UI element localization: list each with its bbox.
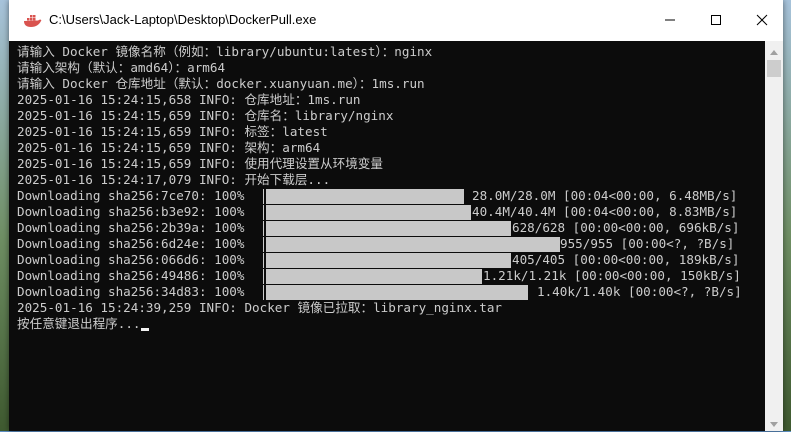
maximize-button[interactable] [693,0,739,41]
download-stats: 1.21k/1.21k [00:00<00:00, 150kB/s] [483,268,741,283]
download-label: Downloading sha256:2b39a: 100% [17,220,245,235]
download-label: Downloading sha256:49486: 100% [17,268,245,283]
download-stats: 40.4M/40.4M [00:04<00:00, 8.83MB/s] [472,204,738,219]
progress-bar-left-edge [263,285,264,300]
download-stats: 628/628 [00:00<00:00, 696kB/s] [512,220,740,235]
console-line: 2025-01-16 15:24:17,079 INFO: 开始下载层... [17,172,331,187]
download-label: Downloading sha256:34d83: 100% [17,284,245,299]
download-label: Downloading sha256:066d6: 100% [17,252,245,267]
progress-bar-left-edge [263,205,264,220]
console-window[interactable]: C:\Users\Jack-Laptop\Desktop\DockerPull.… [9,0,783,431]
console-line: 请输入 Docker 仓库地址（默认：docker.xuanyuan.me）：1… [17,76,425,91]
scroll-up-button[interactable] [765,41,783,58]
maximize-icon [710,11,722,30]
progress-bar-fill [266,285,528,300]
download-row: Downloading sha256:6d24e: 100% 955/955 [0… [9,236,765,252]
console-line: 请输入架构（默认：amd64）：arm64 [17,60,226,75]
progress-bar-fill [266,189,464,204]
console-line: 2025-01-16 15:24:39,259 INFO: Docker 镜像已… [17,300,502,315]
console-line: 2025-01-16 15:24:15,659 INFO: 架构：arm64 [17,140,321,155]
text-cursor [140,328,149,331]
console-output[interactable]: 请输入 Docker 镜像名称（例如：library/ubuntu:latest… [9,41,765,431]
arrow-down-icon [770,413,778,432]
download-label: Downloading sha256:6d24e: 100% [17,236,245,251]
progress-bar-fill [266,221,511,236]
progress-bar-left-edge [263,269,264,284]
progress-bar-left-edge [263,237,264,252]
progress-bar-fill [266,237,560,252]
download-row: Downloading sha256:2b39a: 100% 628/628 [0… [9,220,765,236]
download-row: Downloading sha256:b3e92: 100% 40.4M/40.4… [9,204,765,220]
console-prompt-line: 按任意键退出程序... [17,316,149,332]
docker-whale-icon [23,13,43,29]
minimize-button[interactable] [647,0,693,41]
arrow-up-icon [770,40,778,59]
title-bar[interactable]: C:\Users\Jack-Laptop\Desktop\DockerPull.… [9,0,783,41]
scrollbar-thumb[interactable] [767,60,781,77]
progress-bar-fill [266,253,511,268]
progress-bar-left-edge [263,253,264,268]
download-row: Downloading sha256:066d6: 100% 405/405 [0… [9,252,765,268]
vertical-scrollbar[interactable] [765,41,783,431]
download-row: Downloading sha256:49486: 100% 1.21k/1.21… [9,268,765,284]
download-row: Downloading sha256:7ce70: 100% 28.0M/28.0… [9,188,765,204]
download-stats: 405/405 [00:00<00:00, 189kB/s] [512,252,740,267]
scroll-down-button[interactable] [765,414,783,431]
window-title: C:\Users\Jack-Laptop\Desktop\DockerPull.… [49,12,317,27]
progress-bar-left-edge [263,221,264,236]
console-line: 2025-01-16 15:24:15,659 INFO: 标签：latest [17,124,328,139]
progress-bar-fill [266,205,471,220]
progress-bar-fill [266,269,482,284]
download-stats: 28.0M/28.0M [00:04<00:00, 6.48MB/s] [472,188,738,203]
console-line: 2025-01-16 15:24:15,658 INFO: 仓库地址：1ms.r… [17,92,361,107]
exit-prompt: 按任意键退出程序... [17,316,141,331]
download-label: Downloading sha256:b3e92: 100% [17,204,245,219]
minimize-icon [664,11,676,30]
console-line: 请输入 Docker 镜像名称（例如：library/ubuntu:latest… [17,44,433,59]
close-icon [756,11,768,30]
download-stats: 1.40k/1.40k [00:00<?, ?B/s] [537,284,742,299]
download-stats: 955/955 [00:00<?, ?B/s] [560,236,735,251]
console-line: 2025-01-16 15:24:15,659 INFO: 使用代理设置从环境变… [17,156,383,171]
console-line: 2025-01-16 15:24:15,659 INFO: 仓库名：librar… [17,108,394,123]
progress-bar-left-edge [263,189,264,204]
download-label: Downloading sha256:7ce70: 100% [17,188,245,203]
close-button[interactable] [739,0,785,41]
download-row: Downloading sha256:34d83: 100% 1.40k/1.40… [9,284,765,300]
